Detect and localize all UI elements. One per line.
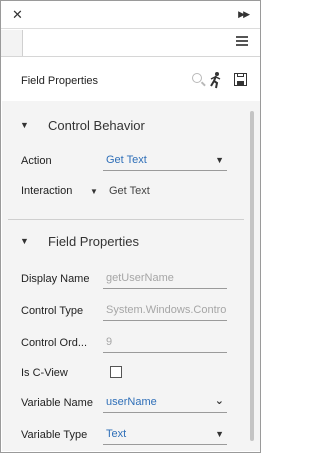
interaction-dropdown-icon[interactable]: ▼ [90, 187, 98, 196]
toolbar [1, 30, 260, 57]
title-bar: ✕ ▶▶ [1, 1, 260, 29]
dropdown-arrow-icon: ▼ [215, 155, 224, 165]
skip-forward-icon[interactable]: ▶▶ [238, 9, 250, 20]
section-title: Control Behavior [48, 118, 145, 133]
control-order-row: Control Ord... 9 [2, 329, 246, 359]
side-tab-strip[interactable] [1, 30, 23, 56]
display-name-row: Display Name getUserName [2, 265, 246, 295]
collapse-triangle-icon: ▼ [20, 236, 29, 246]
chevron-down-icon: ⌄ [214, 395, 224, 407]
panel-header: Field Properties [1, 58, 260, 100]
control-order-value: 9 [106, 336, 113, 348]
variable-type-value: Text [106, 428, 127, 440]
scrollbar-thumb[interactable] [250, 111, 254, 441]
is-cview-row: Is C-View [2, 359, 246, 389]
interaction-label: Interaction [21, 185, 73, 197]
display-name-label: Display Name [21, 273, 90, 285]
section-divider [8, 219, 244, 220]
variable-type-row: Variable Type Text ▼ [2, 421, 246, 451]
search-icon[interactable] [191, 72, 207, 88]
interaction-row: Interaction ▼ Get Text [2, 177, 246, 207]
variable-type-dropdown[interactable]: Text ▼ [103, 423, 227, 445]
control-type-row: Control Type System.Windows.Controls.T [2, 297, 246, 327]
control-type-label: Control Type [21, 305, 84, 317]
dropdown-arrow-icon: ▼ [215, 429, 224, 439]
variable-name-row: Variable Name userName ⌄ [2, 389, 246, 419]
interaction-value[interactable]: Get Text [109, 185, 150, 197]
action-value: Get Text [106, 154, 147, 166]
is-cview-label: Is C-View [21, 367, 68, 379]
action-label: Action [21, 155, 52, 167]
control-order-field[interactable]: 9 [103, 331, 227, 353]
is-cview-checkbox[interactable] [110, 366, 122, 378]
variable-type-label: Variable Type [21, 429, 88, 441]
control-type-value: System.Windows.Controls.T [106, 304, 227, 316]
variable-name-value: userName [106, 396, 157, 408]
display-name-value: getUserName [106, 272, 174, 284]
hamburger-menu-icon[interactable] [236, 36, 248, 46]
control-type-field[interactable]: System.Windows.Controls.T [103, 299, 227, 321]
section-field-properties[interactable]: ▼ Field Properties [2, 231, 246, 253]
vertical-scrollbar[interactable] [246, 101, 260, 451]
action-row: Action Get Text ▼ [2, 147, 246, 177]
display-name-field[interactable]: getUserName [103, 267, 227, 289]
save-icon[interactable] [233, 72, 249, 88]
variable-name-label: Variable Name [21, 397, 93, 409]
action-dropdown[interactable]: Get Text ▼ [103, 149, 227, 171]
variable-name-combobox[interactable]: userName ⌄ [103, 391, 227, 413]
properties-panel: ▼ Control Behavior Action Get Text ▼ Int… [2, 101, 246, 451]
control-order-label: Control Ord... [21, 337, 88, 349]
close-icon[interactable]: ✕ [12, 7, 23, 23]
section-control-behavior[interactable]: ▼ Control Behavior [2, 115, 246, 137]
collapse-triangle-icon: ▼ [20, 120, 29, 130]
runner-icon[interactable] [208, 71, 224, 89]
section-title: Field Properties [48, 234, 140, 249]
page-title: Field Properties [21, 75, 99, 87]
field-properties-window: ✕ ▶▶ Field Properties ▼ Control Behavior… [0, 0, 261, 453]
